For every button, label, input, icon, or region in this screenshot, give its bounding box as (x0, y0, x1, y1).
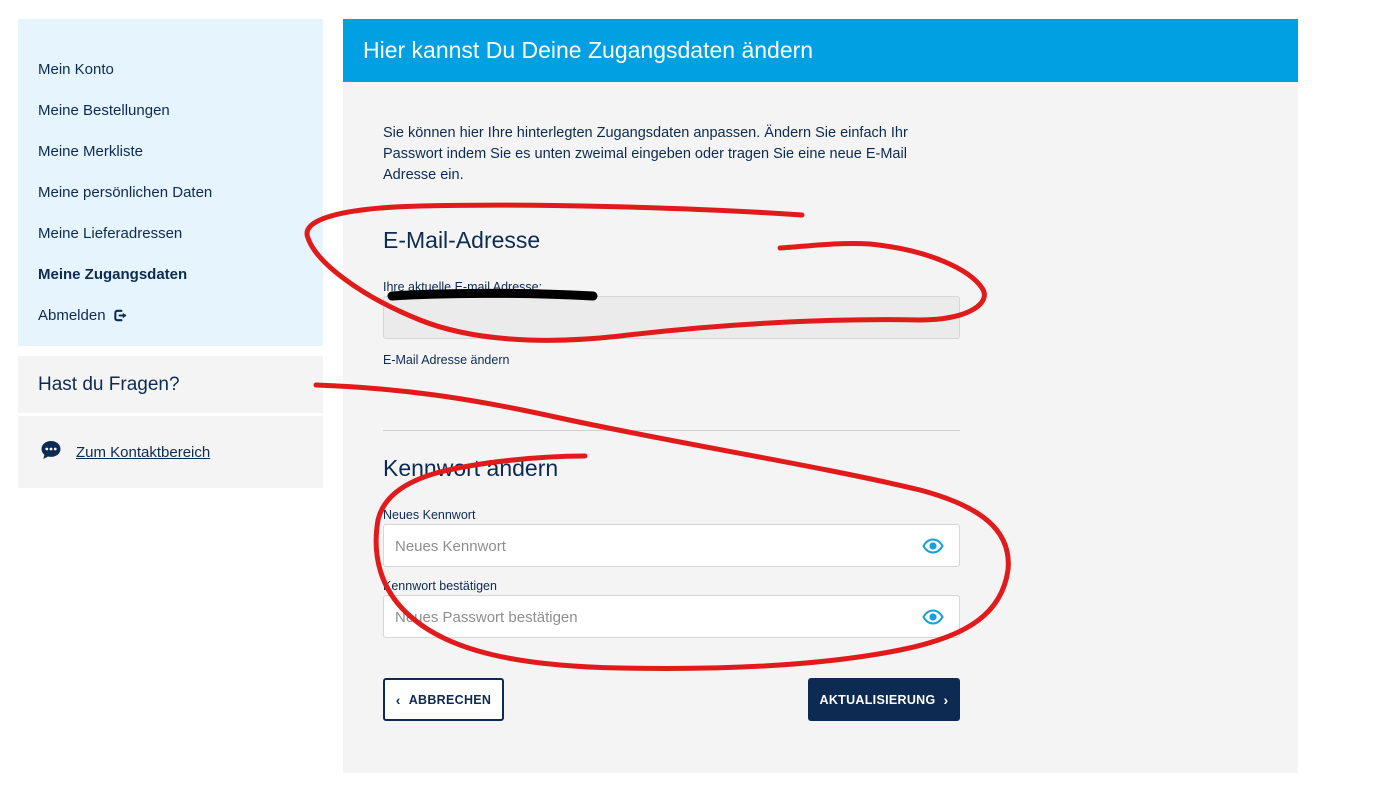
sidebar-item-merkliste[interactable]: Meine Merkliste (18, 131, 323, 172)
access-data-form: Sie können hier Ihre hinterlegten Zugang… (383, 123, 960, 721)
sidebar-item-abmelden[interactable]: Abmelden (18, 295, 323, 336)
sidebar-item-label: Meine Bestellungen (38, 102, 170, 119)
current-email-label: Ihre aktuelle E-mail Adresse: (383, 280, 543, 294)
page-title: Hier kannst Du Deine Zugangsdaten ändern (343, 19, 1298, 82)
cancel-button[interactable]: ‹ ABBRECHEN (383, 678, 504, 721)
intro-text: Sie können hier Ihre hinterlegten Zugang… (383, 125, 908, 183)
sidebar-item-mein-konto[interactable]: Mein Konto (18, 49, 323, 90)
contact-link[interactable]: Zum Kontaktbereich (76, 444, 210, 461)
eye-icon[interactable] (922, 609, 944, 625)
help-title: Hast du Fragen? (18, 356, 323, 413)
confirm-password-field (383, 595, 960, 639)
new-password-field (383, 524, 960, 568)
eye-icon[interactable] (922, 538, 944, 554)
sidebar-item-zugangsdaten[interactable]: Meine Zugangsdaten (18, 254, 323, 295)
update-button[interactable]: AKTUALISIERUNG › (808, 678, 960, 721)
sidebar-item-label: Meine Merkliste (38, 143, 144, 160)
account-sidebar-nav: Mein Konto Meine Bestellungen Meine Merk… (18, 19, 323, 346)
sidebar-item-bestellungen[interactable]: Meine Bestellungen (18, 90, 323, 131)
logout-icon (113, 309, 126, 322)
confirm-password-label: Kennwort bestätigen (383, 579, 497, 593)
sidebar-item-persoenliche-daten[interactable]: Meine persönlichen Daten (18, 172, 323, 213)
sidebar-item-label: Mein Konto (38, 61, 114, 78)
change-email-link[interactable]: E-Mail Adresse ändern (383, 353, 509, 367)
cancel-button-label: ABBRECHEN (408, 692, 492, 707)
new-password-label: Neues Kennwort (383, 508, 476, 522)
email-section-title: E-Mail-Adresse (383, 227, 541, 253)
current-email-field (383, 296, 960, 339)
sidebar-item-label: Meine persönlichen Daten (38, 184, 213, 201)
sidebar-item-label: Meine Zugangsdaten (38, 266, 188, 283)
chat-bubble-icon (41, 441, 61, 459)
password-section-title: Kennwort ändern (383, 455, 559, 481)
chevron-left-icon: ‹ (395, 691, 401, 708)
access-data-panel: Hier kannst Du Deine Zugangsdaten ändern… (343, 19, 1298, 773)
contact-box: Zum Kontaktbereich (18, 416, 323, 488)
sidebar-item-label: Meine Lieferadressen (38, 225, 183, 242)
sidebar-item-label: Abmelden (38, 307, 106, 324)
new-password-input[interactable] (384, 525, 917, 568)
update-button-label: AKTUALISIERUNG (819, 692, 936, 707)
chevron-right-icon: › (943, 691, 949, 708)
sidebar-item-lieferadressen[interactable]: Meine Lieferadressen (18, 213, 323, 254)
confirm-password-input[interactable] (384, 596, 917, 639)
section-divider (383, 430, 960, 431)
